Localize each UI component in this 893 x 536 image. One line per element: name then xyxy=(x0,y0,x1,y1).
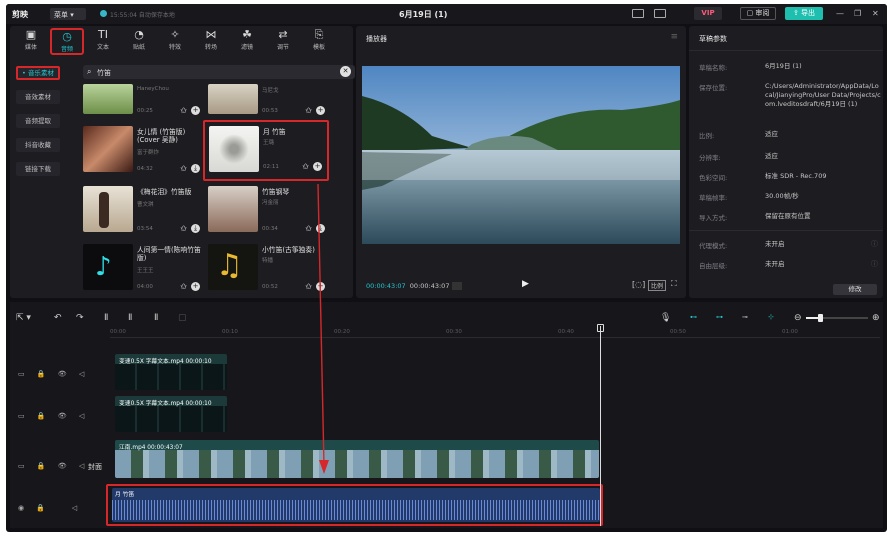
annotation-arrow xyxy=(317,183,329,474)
app-window: 剪映 菜单 ▾ 15:55:04 自动保存本地 6月19日 (1) VIP ▢ … xyxy=(6,4,887,532)
